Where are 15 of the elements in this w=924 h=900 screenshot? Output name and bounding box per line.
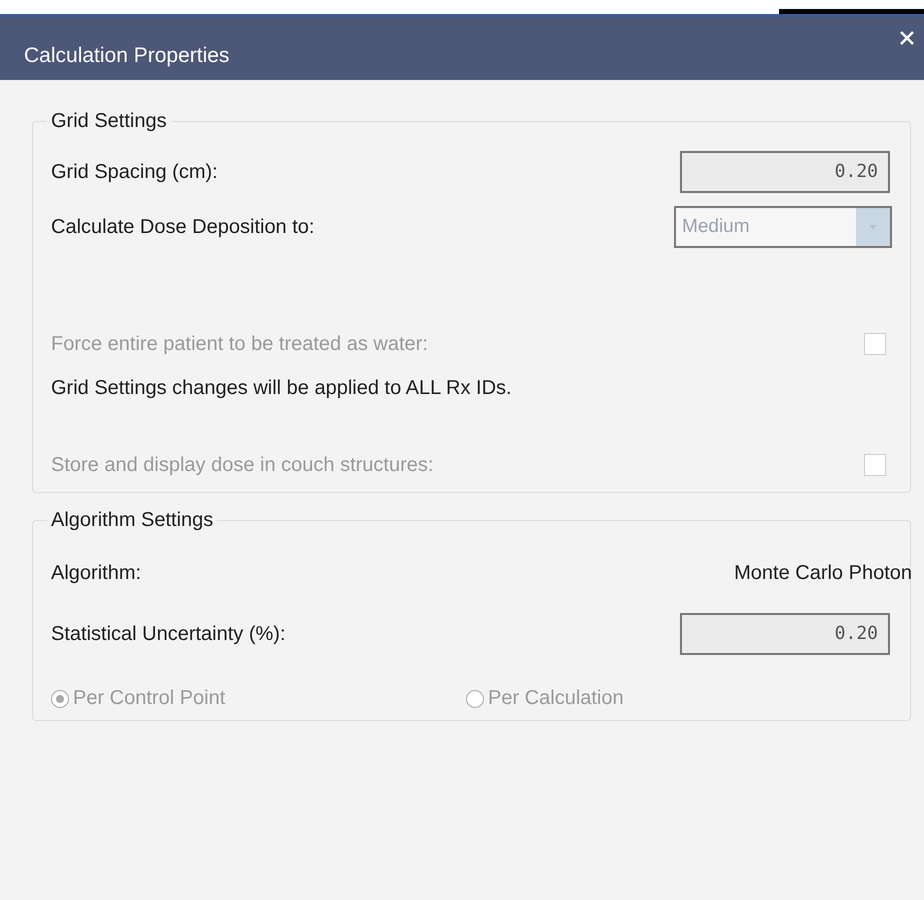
field-label: Calculate Dose Deposition to: [51, 216, 314, 238]
window-title: Calculation Properties [24, 44, 230, 68]
dropdown[interactable]: Medium [674, 206, 892, 248]
note-text: Grid Settings changes will be applied to ALL Rx IDs. [51, 377, 512, 400]
field-value: Monte Carlo Photon [734, 562, 912, 585]
checkbox-label: Force entire patient to be treated as water: [51, 332, 428, 356]
field-label: Statistical Uncertainty (%): [51, 622, 286, 646]
input-field[interactable]: 0.20 [680, 613, 890, 655]
field-label: Grid Spacing (cm): [51, 160, 218, 184]
group-title: Grid Settings [50, 110, 168, 133]
field-label: Algorithm: [51, 562, 142, 585]
group-title: Algorithm Settings [50, 509, 214, 532]
close-icon[interactable] [900, 31, 914, 45]
input-field[interactable]: 0.20 [680, 151, 890, 193]
checkbox-label: Store and display dose in couch structures: [51, 454, 434, 476]
